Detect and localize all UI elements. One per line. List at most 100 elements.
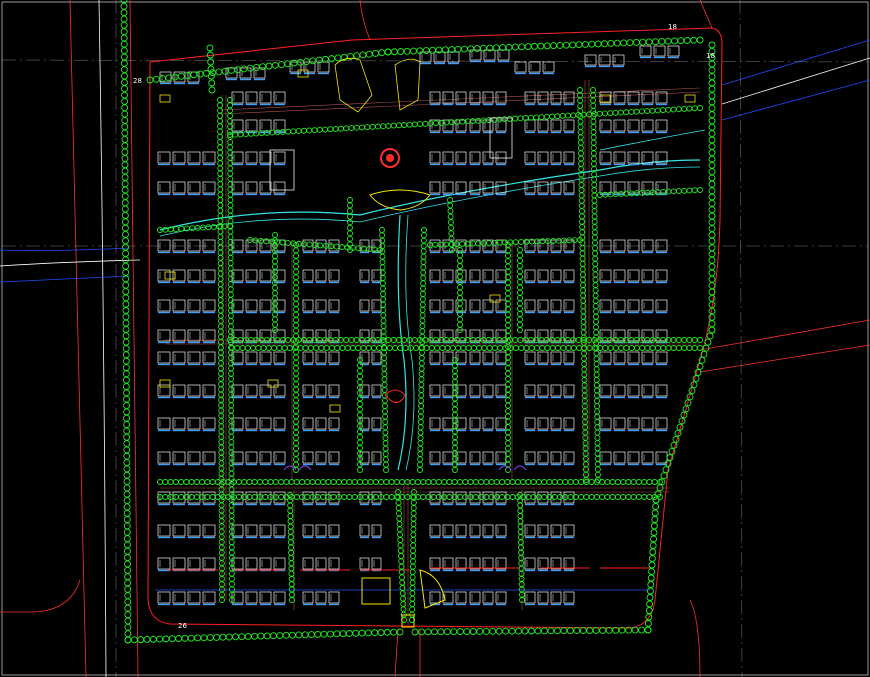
tree <box>641 479 648 485</box>
tree <box>550 42 558 50</box>
road-line <box>0 579 81 613</box>
tree <box>299 479 306 485</box>
tree <box>706 332 714 340</box>
housing-unit <box>245 351 258 364</box>
tree <box>504 479 511 485</box>
tree <box>457 321 463 328</box>
cad-viewport[interactable]: 18 18 28 26 <box>0 0 870 677</box>
tree <box>409 601 416 607</box>
tree <box>123 490 131 498</box>
tree <box>293 370 299 377</box>
tree <box>347 219 353 226</box>
tree <box>121 78 128 86</box>
tree <box>518 43 526 51</box>
tree <box>124 623 132 631</box>
tree <box>404 494 411 500</box>
tree <box>276 345 283 351</box>
housing-unit <box>537 91 549 104</box>
tree <box>167 479 174 485</box>
tree <box>591 202 598 209</box>
tree <box>293 494 300 500</box>
tree <box>419 291 426 297</box>
tree <box>594 434 601 441</box>
housing-unit <box>273 557 286 570</box>
tree <box>566 237 573 244</box>
tree <box>578 192 585 199</box>
tree <box>227 233 234 240</box>
tree <box>708 168 716 176</box>
tree <box>593 329 600 336</box>
housing-unit <box>627 91 640 104</box>
tree <box>121 72 128 80</box>
tree <box>420 280 427 287</box>
tree <box>178 225 185 232</box>
tree <box>217 328 224 335</box>
tree <box>630 494 637 500</box>
housing-unit <box>429 151 441 164</box>
housing-unit <box>537 591 549 604</box>
tree <box>218 454 225 461</box>
housing-unit <box>442 451 454 464</box>
tree <box>381 403 388 409</box>
tree <box>579 229 586 236</box>
tree <box>287 507 294 514</box>
tree <box>582 455 589 462</box>
tree <box>409 579 416 586</box>
tree <box>420 494 427 500</box>
tree <box>505 402 511 409</box>
tree <box>383 467 389 473</box>
tree <box>518 345 525 351</box>
tree <box>588 479 595 485</box>
road-line <box>699 319 870 351</box>
tree <box>599 626 607 634</box>
housing-unit <box>655 384 668 397</box>
tree <box>410 47 417 55</box>
tree <box>124 598 132 606</box>
housing-unit <box>259 591 272 604</box>
tree <box>121 173 129 181</box>
tree <box>604 494 611 500</box>
tree <box>121 116 129 124</box>
tree <box>228 412 235 419</box>
tree <box>594 397 600 404</box>
tree <box>658 38 666 45</box>
tree <box>196 70 204 78</box>
tree <box>708 180 716 188</box>
tree <box>307 345 314 351</box>
tree <box>227 218 234 225</box>
tree <box>708 111 716 119</box>
tree <box>645 38 653 46</box>
tree <box>398 553 404 559</box>
tree <box>371 629 379 637</box>
tree <box>591 213 598 220</box>
tree <box>447 219 454 226</box>
tree <box>227 328 234 335</box>
tree <box>378 479 385 485</box>
tree <box>317 242 324 249</box>
tree <box>691 105 698 112</box>
road-line <box>359 0 371 41</box>
tree <box>505 397 511 404</box>
tree <box>555 345 561 351</box>
housing-unit <box>328 329 340 342</box>
tree <box>594 413 601 420</box>
tree <box>411 628 419 636</box>
tree <box>430 628 438 636</box>
tree <box>293 279 299 286</box>
tree <box>581 387 588 394</box>
tree <box>413 345 419 351</box>
tree <box>708 250 716 258</box>
tree <box>326 630 334 638</box>
tree <box>347 224 353 231</box>
tree <box>424 628 432 636</box>
housing-unit <box>599 239 612 252</box>
tree <box>648 568 656 575</box>
tree <box>708 237 716 245</box>
tree <box>505 43 513 51</box>
tree <box>566 627 574 635</box>
housing-unit <box>469 299 481 312</box>
tree <box>467 479 474 485</box>
housing-unit <box>537 451 549 464</box>
housing-unit <box>359 557 370 570</box>
tree <box>218 360 225 367</box>
